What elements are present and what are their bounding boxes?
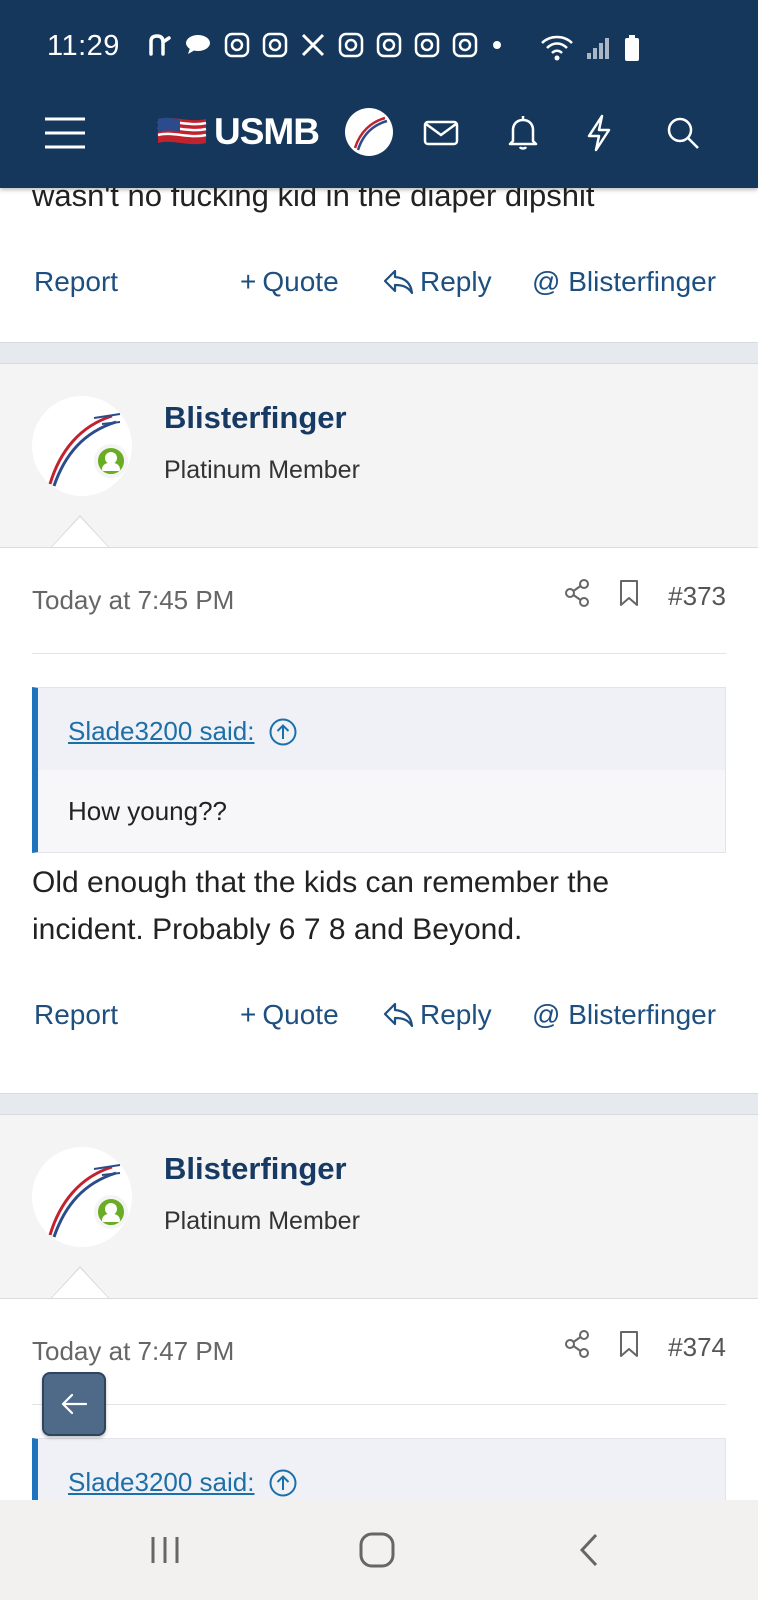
arrow-left-icon [61, 1393, 88, 1415]
post-user-header: Blisterfinger Platinum Member [0, 364, 758, 548]
arrow-decoration [52, 517, 108, 547]
post-separator [0, 1093, 758, 1115]
user-title: Platinum Member [164, 456, 360, 484]
usmb-logo-icon [344, 108, 393, 156]
instagram-icon [376, 32, 402, 58]
bookmark-icon[interactable] [618, 579, 640, 614]
inbox-button[interactable] [416, 108, 466, 158]
wifi-icon [541, 35, 573, 61]
mention-button[interactable]: @ Blisterfinger [532, 999, 716, 1031]
post-body: Today at 7:45 PM #373 Slade3200 said: Ho… [0, 549, 758, 1095]
menu-button[interactable] [40, 108, 90, 158]
reply-icon [383, 269, 414, 295]
post-message-line: incident. Probably 6 7 8 and Beyond. [32, 913, 523, 946]
arrow-decoration [52, 1268, 108, 1298]
post-number[interactable]: #373 [668, 581, 726, 612]
lightning-icon [587, 114, 611, 152]
system-icons [540, 34, 640, 62]
notification-icons [148, 32, 504, 58]
x-icon [301, 33, 325, 57]
quote-author-link[interactable]: Slade3200 said: [68, 716, 298, 747]
site-logo[interactable]: USMB [156, 108, 393, 156]
system-navigation-bar [0, 1500, 758, 1600]
post-meta-actions: #373 [564, 579, 726, 614]
home-icon [359, 1532, 395, 1568]
share-icon[interactable] [564, 579, 590, 614]
battery-icon [625, 35, 639, 61]
chat-bubble-icon [186, 35, 210, 54]
report-link[interactable]: Report [34, 266, 118, 298]
username[interactable]: Blisterfinger [164, 400, 347, 436]
online-status-icon [94, 1195, 128, 1229]
post-body: Today at 7:47 PM #374 Slade3200 said: [0, 1300, 758, 1500]
instagram-icon [262, 32, 288, 58]
divider [32, 1404, 726, 1405]
post-timestamp[interactable]: Today at 7:45 PM [32, 585, 234, 616]
share-icon[interactable] [564, 1330, 590, 1365]
reply-icon [383, 1002, 414, 1028]
signal-icon [587, 38, 609, 59]
username[interactable]: Blisterfinger [164, 1151, 347, 1187]
blockquote: Slade3200 said: How young?? [32, 687, 726, 853]
post-separator [0, 342, 758, 364]
mention-button[interactable]: @ Blisterfinger [532, 266, 716, 298]
quote-header: Slade3200 said: [38, 688, 725, 770]
logo-text: USMB [214, 111, 320, 152]
search-icon [667, 117, 699, 149]
post-actions: Report + Quote Reply @ Blisterfinger [0, 991, 758, 1041]
thread-content: wasn't no fucking kid in the diaper dips… [0, 0, 758, 1500]
recent-apps-button[interactable] [140, 1528, 190, 1572]
bookmark-icon[interactable] [618, 1330, 640, 1365]
post-number[interactable]: #374 [668, 1332, 726, 1363]
quote-header: Slade3200 said: [38, 1439, 725, 1500]
home-button[interactable] [352, 1528, 402, 1572]
reply-button[interactable]: Reply [382, 999, 492, 1031]
quote-button[interactable]: + Quote [240, 999, 339, 1031]
instagram-icon [224, 32, 250, 58]
status-bar: 11:29 [0, 22, 758, 72]
us-flag-icon [157, 117, 207, 145]
search-button[interactable] [658, 108, 708, 158]
plus-icon: + [240, 266, 257, 297]
post-meta-actions: #374 [564, 1330, 726, 1365]
quote-text: How young?? [68, 796, 227, 826]
reply-button[interactable]: Reply [382, 266, 492, 298]
back-button[interactable] [42, 1372, 106, 1436]
chevron-left-icon [579, 1533, 598, 1567]
post-message-line: Old enough that the kids can remember th… [32, 866, 610, 899]
instagram-icon [414, 32, 440, 58]
n-app-icon [149, 34, 171, 56]
alerts-button[interactable] [498, 108, 548, 158]
arrow-up-circle-icon[interactable] [268, 717, 298, 747]
app-header: 11:29 USMB [0, 0, 758, 188]
mail-icon [423, 120, 459, 146]
blockquote: Slade3200 said: [32, 1438, 726, 1500]
quote-author-link[interactable]: Slade3200 said: [68, 1467, 298, 1498]
divider [32, 653, 726, 654]
bell-icon [508, 116, 538, 150]
back-nav-button[interactable] [564, 1528, 614, 1572]
report-link[interactable]: Report [34, 999, 118, 1031]
instagram-icon [338, 32, 364, 58]
instagram-icon [452, 32, 478, 58]
post-message: Old enough that the kids can remember th… [32, 859, 732, 953]
user-title: Platinum Member [164, 1207, 360, 1235]
clock: 11:29 [47, 30, 120, 62]
post-user-header: Blisterfinger Platinum Member [0, 1115, 758, 1299]
dot-icon [493, 41, 501, 49]
online-status-icon [94, 444, 128, 478]
whats-new-button[interactable] [574, 108, 624, 158]
recent-apps-icon [151, 1537, 179, 1563]
post-actions: Report + Quote Reply @ Blisterfinger [0, 258, 758, 308]
quote-button[interactable]: + Quote [240, 266, 339, 298]
app-navbar: USMB [0, 96, 758, 168]
post-timestamp[interactable]: Today at 7:47 PM [32, 1336, 234, 1367]
plus-icon: + [240, 999, 257, 1030]
menu-icon [45, 117, 85, 149]
arrow-up-circle-icon[interactable] [268, 1468, 298, 1498]
